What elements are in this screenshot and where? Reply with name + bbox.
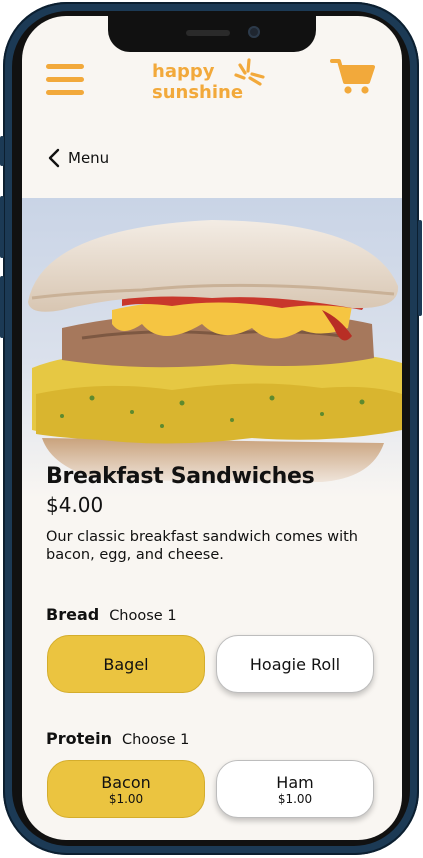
volume-down-button bbox=[0, 276, 4, 338]
product-title: Breakfast Sandwiches bbox=[46, 464, 315, 489]
brand-logo[interactable]: happy sunshine bbox=[152, 56, 282, 108]
mute-switch bbox=[0, 136, 4, 166]
bread-section-header: Bread Choose 1 bbox=[46, 605, 177, 624]
speaker-grille bbox=[186, 30, 230, 36]
volume-up-button bbox=[0, 196, 4, 258]
back-label: Menu bbox=[68, 149, 110, 167]
sun-icon bbox=[234, 58, 265, 86]
protein-section-title: Protein bbox=[46, 729, 112, 748]
protein-option-ham[interactable]: Ham $1.00 bbox=[216, 760, 374, 818]
back-to-menu-link[interactable]: Menu bbox=[46, 146, 109, 170]
protein-option-bacon[interactable]: Bacon $1.00 bbox=[47, 760, 205, 818]
chevron-left-icon bbox=[48, 148, 60, 168]
product-description: Our classic breakfast sandwich comes wit… bbox=[46, 529, 358, 563]
cart-icon[interactable] bbox=[330, 56, 376, 96]
bread-section-title: Bread bbox=[46, 605, 100, 624]
option-label: Ham bbox=[276, 772, 314, 792]
power-button bbox=[418, 220, 422, 316]
protein-section-subtitle: Choose 1 bbox=[121, 732, 190, 748]
option-label: Bacon bbox=[101, 772, 151, 792]
bread-section-subtitle: Choose 1 bbox=[109, 608, 177, 624]
sandwich-illustration bbox=[22, 198, 402, 498]
bread-option-hoagie-roll[interactable]: Hoagie Roll bbox=[216, 635, 374, 693]
option-price: $1.00 bbox=[108, 791, 144, 806]
product-image bbox=[22, 198, 402, 498]
product-price: $4.00 bbox=[46, 493, 104, 517]
logo-text-happy: happy bbox=[152, 61, 215, 82]
menu-icon[interactable] bbox=[46, 64, 86, 96]
protein-section-header: Protein Choose 1 bbox=[46, 729, 189, 748]
bread-option-bagel[interactable]: Bagel bbox=[47, 635, 205, 693]
camera-icon bbox=[248, 26, 260, 38]
option-label: Bagel bbox=[103, 654, 149, 674]
notch bbox=[108, 16, 316, 52]
option-label: Hoagie Roll bbox=[249, 654, 341, 674]
app-screen: happy sunshine Menu Breakfast Sandwiches… bbox=[22, 16, 402, 840]
option-price: $1.00 bbox=[277, 791, 313, 806]
